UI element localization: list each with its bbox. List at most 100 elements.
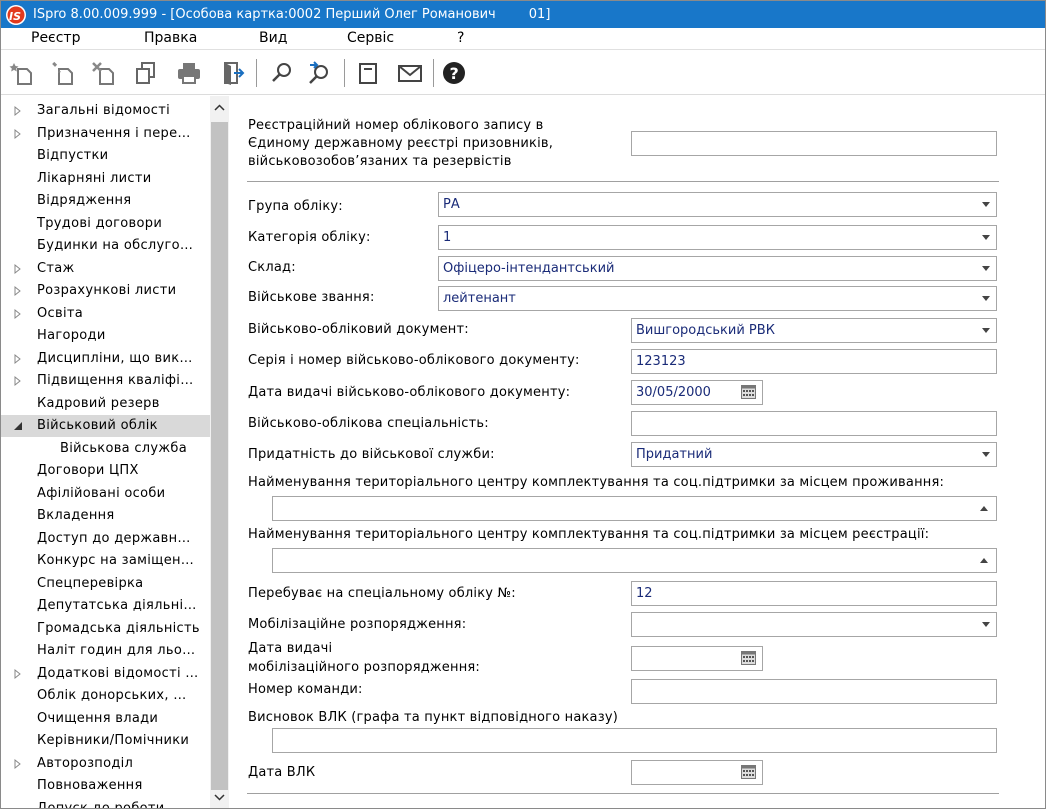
doc-series-label: Серія і номер військово-облікового докум… bbox=[248, 353, 580, 368]
team-number-input[interactable] bbox=[631, 679, 997, 704]
expanded-arrow-icon[interactable] bbox=[13, 420, 23, 432]
scrollbar-thumb[interactable] bbox=[211, 122, 228, 790]
search-icon[interactable] bbox=[267, 58, 297, 88]
sidebar-item[interactable]: Спецперевірка bbox=[1, 573, 210, 595]
sidebar-item[interactable]: Військова служба bbox=[1, 438, 210, 460]
military-doc-value: Вишгородський РВК bbox=[636, 323, 775, 338]
collapsed-arrow-icon[interactable] bbox=[13, 353, 23, 365]
sidebar-item[interactable]: Військовий облік bbox=[1, 415, 210, 437]
sidebar-item[interactable]: Керівники/Помічники bbox=[1, 730, 210, 752]
collapsed-arrow-icon[interactable] bbox=[13, 285, 23, 297]
tcc-registration-select[interactable] bbox=[272, 548, 997, 573]
fitness-select[interactable]: Придатний bbox=[631, 442, 997, 467]
sidebar-item[interactable]: Призначення і пере… bbox=[1, 123, 210, 145]
fitness-label: Придатність до військової служби: bbox=[248, 447, 495, 462]
menu-registry[interactable]: Реєстр bbox=[31, 30, 80, 46]
calendar-icon[interactable] bbox=[741, 765, 756, 779]
vlk-conclusion-input[interactable] bbox=[272, 728, 997, 753]
sidebar-item-label: Розрахункові листи bbox=[37, 283, 177, 298]
sidebar-item[interactable]: Доступ до державн… bbox=[1, 528, 210, 550]
calendar-icon[interactable] bbox=[741, 385, 756, 399]
sidebar-item[interactable]: Загальні відомості bbox=[1, 100, 210, 122]
copy-icon[interactable] bbox=[131, 58, 161, 88]
collapsed-arrow-icon[interactable] bbox=[13, 375, 23, 387]
menu-edit[interactable]: Правка bbox=[144, 30, 197, 46]
sidebar-item[interactable]: Трудові договори bbox=[1, 213, 210, 235]
doc-date-value: 30/05/2000 bbox=[636, 385, 711, 400]
sidebar-item[interactable]: Афілійовані особи bbox=[1, 483, 210, 505]
sidebar-item[interactable]: Нагороди bbox=[1, 325, 210, 347]
rank-select[interactable]: лейтенант bbox=[438, 286, 997, 311]
sidebar-item[interactable]: Громадська діяльність bbox=[1, 618, 210, 640]
help-icon[interactable]: ? bbox=[439, 58, 469, 88]
scroll-down-icon[interactable] bbox=[214, 792, 225, 803]
sidebar-item[interactable]: Стаж bbox=[1, 258, 210, 280]
sidebar-item[interactable]: Авторозподіл bbox=[1, 753, 210, 775]
sidebar-item-label: Доступ до державн… bbox=[37, 530, 191, 546]
sidebar-item[interactable]: Відрядження bbox=[1, 190, 210, 212]
sidebar-item-label: Конкурс на заміщен… bbox=[37, 553, 195, 568]
sidebar-item[interactable]: Підвищення кваліфі… bbox=[1, 370, 210, 392]
collapsed-arrow-icon[interactable] bbox=[13, 758, 23, 770]
chevron-down-icon bbox=[982, 328, 990, 333]
group-label: Група обліку: bbox=[248, 199, 343, 214]
sidebar-item[interactable]: Договори ЦПХ bbox=[1, 460, 210, 482]
specialty-input[interactable] bbox=[631, 411, 997, 436]
mobilization-date-input[interactable] bbox=[631, 646, 763, 671]
edit-icon[interactable] bbox=[48, 58, 78, 88]
collapsed-arrow-icon[interactable] bbox=[13, 128, 23, 140]
new-icon[interactable] bbox=[7, 58, 37, 88]
sidebar-item[interactable]: Лікарняні листи bbox=[1, 168, 210, 190]
sidebar-item-label: Повноваження bbox=[37, 778, 143, 793]
sidebar-item[interactable]: Облік донорських, … bbox=[1, 685, 210, 707]
delete-icon[interactable] bbox=[89, 58, 119, 88]
staff-select[interactable]: Офіцеро-інтендантський bbox=[438, 256, 997, 281]
mobilization-order-select[interactable] bbox=[631, 612, 997, 637]
group-select[interactable]: РА bbox=[438, 192, 997, 217]
collapsed-arrow-icon[interactable] bbox=[13, 668, 23, 680]
scroll-up-icon[interactable] bbox=[214, 102, 225, 113]
category-select[interactable]: 1 bbox=[438, 225, 997, 250]
sidebar-item[interactable]: Відпустки bbox=[1, 145, 210, 167]
sidebar-item[interactable]: Наліт годин для льо… bbox=[1, 640, 210, 662]
collapsed-arrow-icon[interactable] bbox=[13, 105, 23, 117]
collapsed-arrow-icon[interactable] bbox=[13, 263, 23, 275]
calendar-icon[interactable] bbox=[741, 651, 756, 665]
doc-date-input[interactable]: 30/05/2000 bbox=[631, 380, 763, 405]
sidebar-item[interactable]: Будинки на обслуго… bbox=[1, 235, 210, 257]
menu-service[interactable]: Сервіс bbox=[347, 30, 394, 46]
svg-text:?: ? bbox=[450, 64, 459, 83]
sidebar-item[interactable]: Вкладення bbox=[1, 505, 210, 527]
doc-series-input[interactable]: 123123 bbox=[631, 349, 997, 374]
sidebar-scrollbar[interactable] bbox=[210, 96, 229, 808]
document-icon[interactable] bbox=[353, 58, 383, 88]
sidebar-item[interactable]: Очищення влади bbox=[1, 708, 210, 730]
vlk-date-input[interactable] bbox=[631, 760, 763, 785]
mail-icon[interactable] bbox=[395, 58, 425, 88]
print-icon[interactable] bbox=[174, 58, 204, 88]
chevron-down-icon bbox=[982, 202, 990, 207]
sidebar-item-label: Призначення і пере… bbox=[37, 125, 191, 141]
sidebar-item[interactable]: Кадровий резерв bbox=[1, 393, 210, 415]
search-next-icon[interactable] bbox=[304, 58, 334, 88]
collapsed-arrow-icon[interactable] bbox=[13, 308, 23, 320]
tcc-residence-select[interactable] bbox=[272, 496, 997, 521]
sidebar-item[interactable]: Дисципліни, що вик… bbox=[1, 348, 210, 370]
sidebar-item[interactable]: Розрахункові листи bbox=[1, 280, 210, 302]
menu-help[interactable]: ? bbox=[457, 30, 464, 46]
sidebar-item[interactable]: Конкурс на заміщен… bbox=[1, 550, 210, 572]
sidebar-item-label: Вкладення bbox=[37, 508, 115, 523]
sidebar-item[interactable]: Повноваження bbox=[1, 775, 210, 797]
sidebar-item[interactable]: Депутатська діяльні… bbox=[1, 595, 210, 617]
menu-view[interactable]: Вид bbox=[259, 30, 287, 46]
sidebar-item[interactable]: Допуск до роботи bbox=[1, 798, 210, 809]
sidebar-tree: Загальні відомості Призначення і пере… Від… bbox=[1, 96, 210, 809]
sidebar-item[interactable]: Додаткові відомості … bbox=[1, 663, 210, 685]
special-registry-input[interactable]: 12 bbox=[631, 581, 997, 606]
reg-number-input[interactable] bbox=[631, 131, 997, 156]
military-doc-select[interactable]: Вишгородський РВК bbox=[631, 318, 997, 343]
exit-icon[interactable] bbox=[218, 58, 248, 88]
sidebar-item[interactable]: Освіта bbox=[1, 303, 210, 325]
toolbar-separator bbox=[256, 59, 257, 87]
reg-number-label: Реєстраційний номер облікового запису в … bbox=[248, 117, 553, 171]
